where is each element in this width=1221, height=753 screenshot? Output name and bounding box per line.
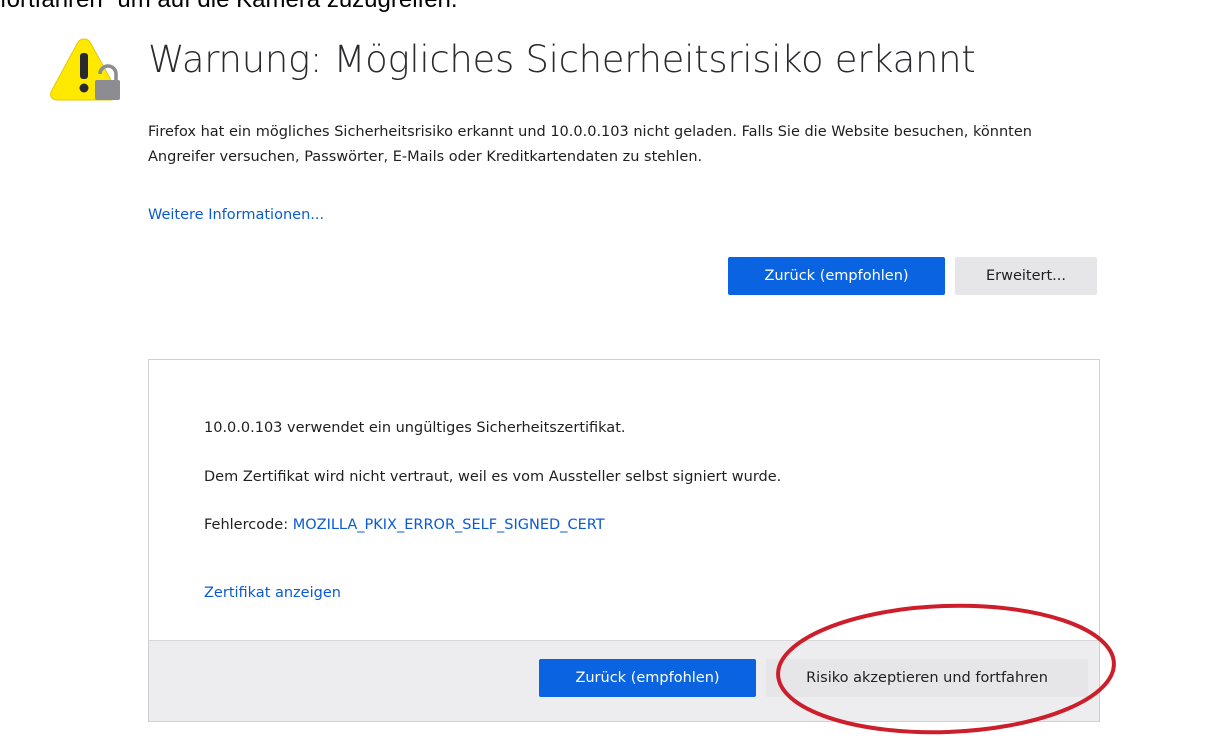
view-certificate-link[interactable]: Zertifikat anzeigen	[204, 585, 341, 601]
back-recommended-button[interactable]: Zurück (empfohlen)	[728, 257, 945, 295]
error-code-row: Fehlercode: MOZILLA_PKIX_ERROR_SELF_SIGN…	[204, 517, 605, 533]
error-code-label: Fehlercode:	[204, 517, 293, 533]
intro-text: Firefox hat ein mögliches Sicherheitsris…	[148, 124, 1032, 165]
advanced-panel-footer: Zurück (empfohlen) Risiko akzeptieren un…	[149, 640, 1099, 721]
more-info-link[interactable]: Weitere Informationen...	[148, 207, 324, 223]
lock-icon	[95, 64, 120, 100]
advanced-button[interactable]: Erweitert...	[955, 257, 1097, 295]
clipped-instruction-text: fortfahren“ um auf die Kamera zuzugreife…	[0, 0, 458, 14]
accept-risk-button[interactable]: Risiko akzeptieren und fortfahren	[766, 659, 1088, 697]
invalid-certificate-text: 10.0.0.103 verwendet ein ungültiges Sich…	[204, 420, 626, 436]
self-signed-explanation: Dem Zertifikat wird nicht vertraut, weil…	[204, 469, 782, 485]
page-title: Warnung: Mögliches Sicherheitsrisiko erk…	[148, 38, 976, 81]
warning-icon	[50, 38, 120, 101]
panel-back-recommended-button[interactable]: Zurück (empfohlen)	[539, 659, 756, 697]
security-warning-page: fortfahren“ um auf die Kamera zuzugreife…	[0, 0, 1221, 753]
advanced-panel: 10.0.0.103 verwendet ein ungültiges Sich…	[148, 359, 1100, 722]
error-code-link[interactable]: MOZILLA_PKIX_ERROR_SELF_SIGNED_CERT	[293, 517, 605, 533]
